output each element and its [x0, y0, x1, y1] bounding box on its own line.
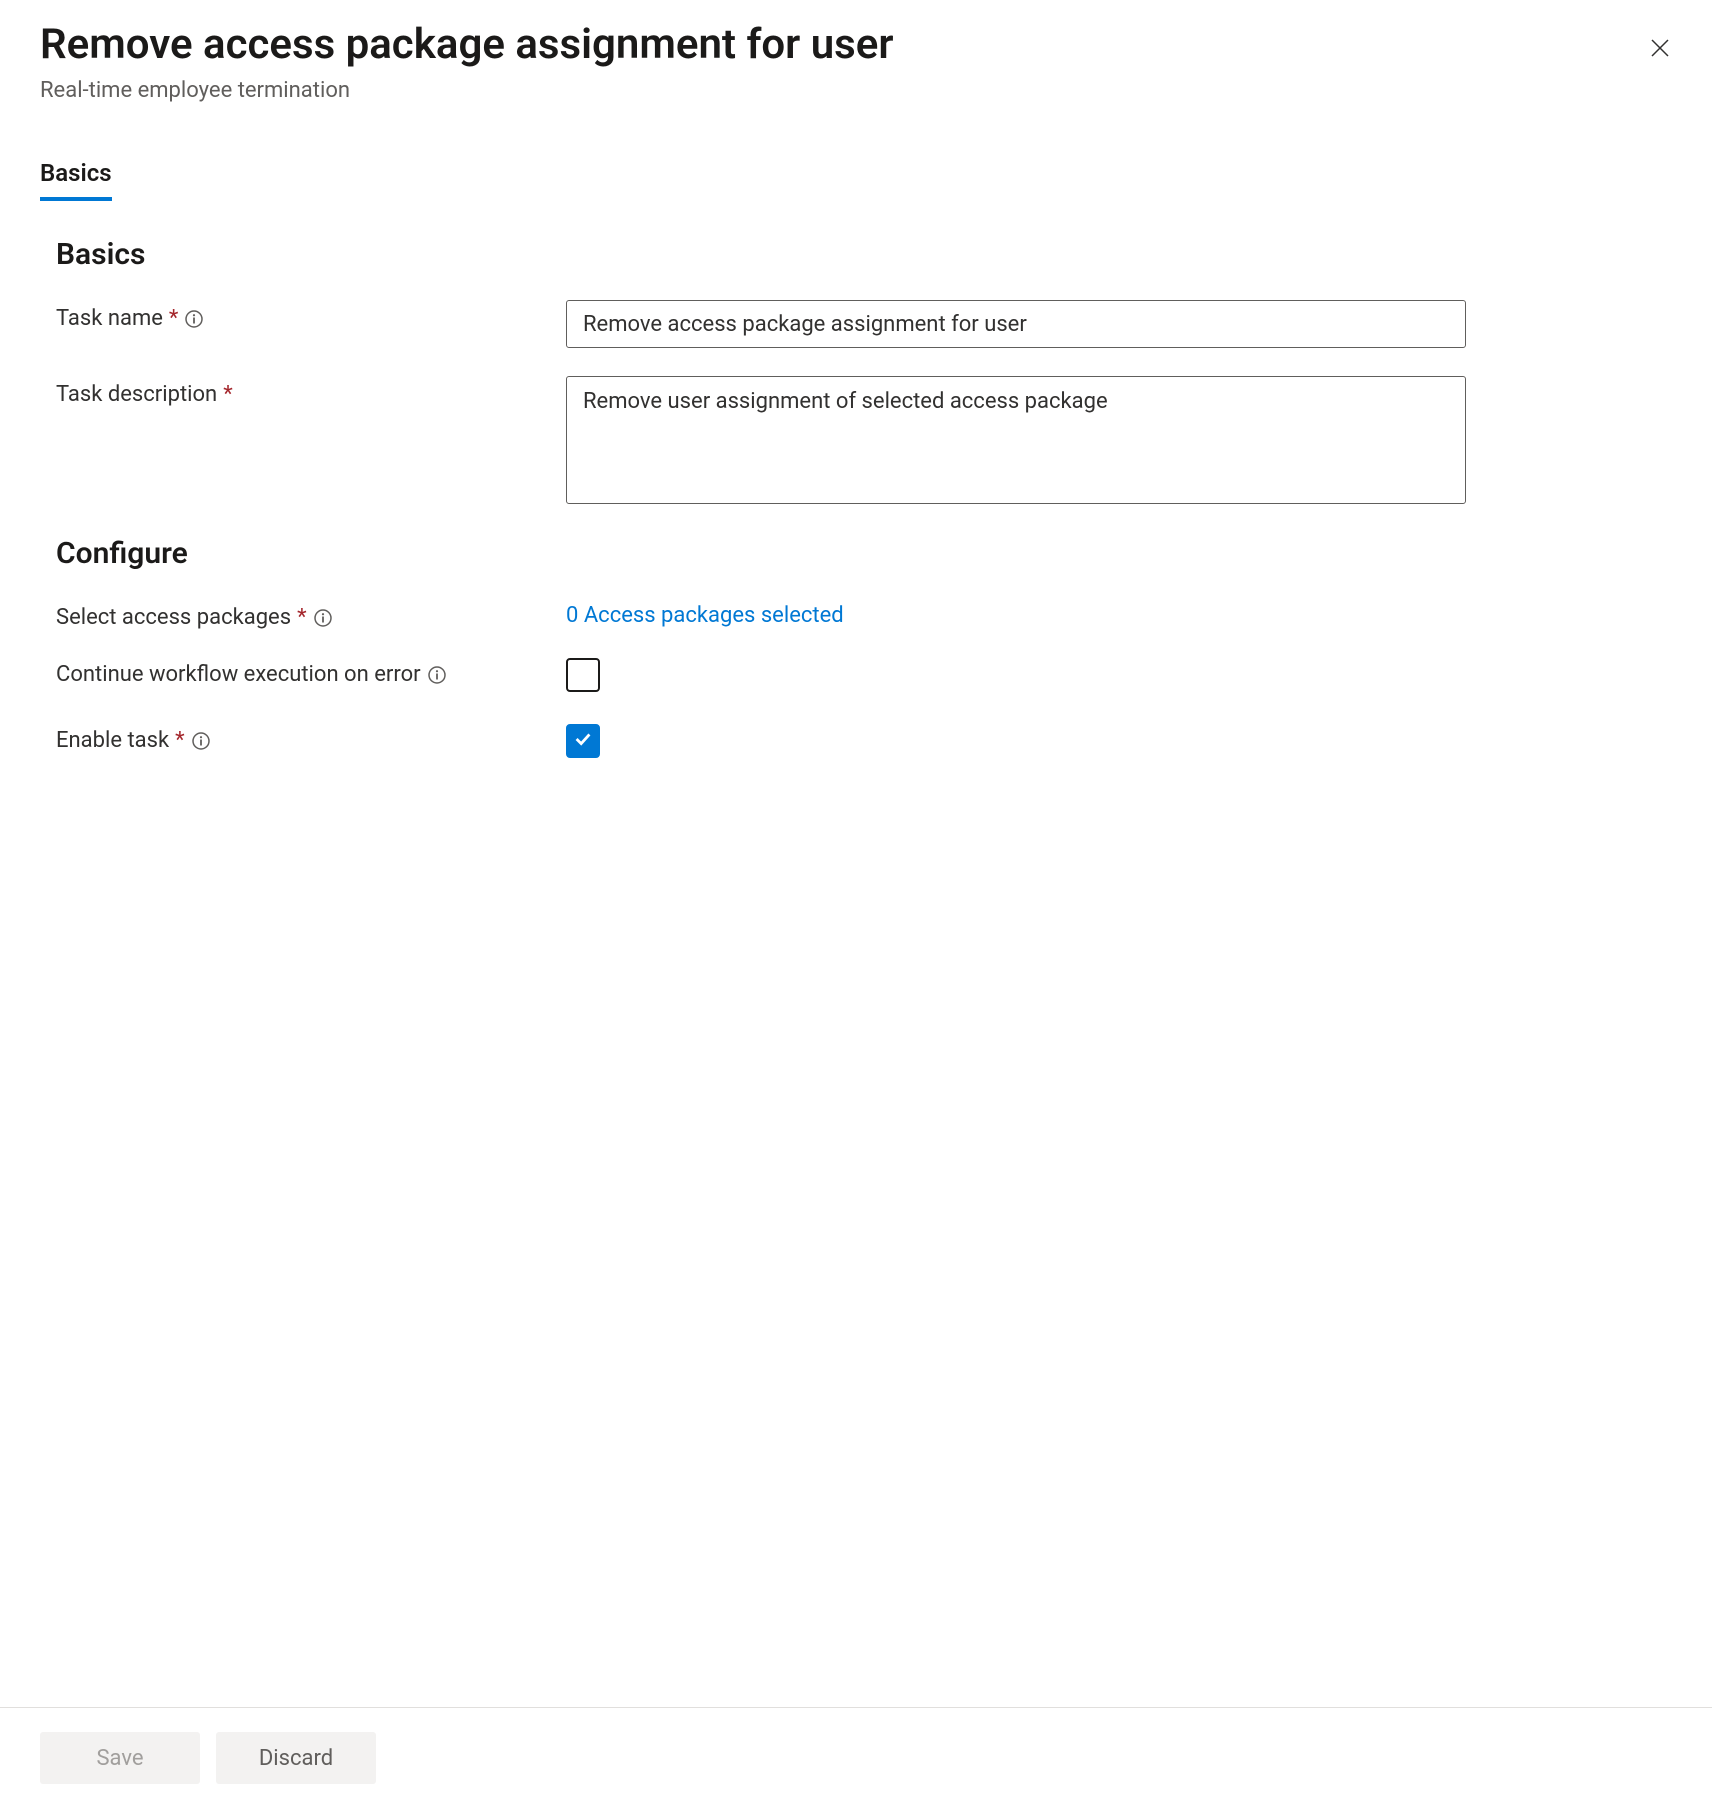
continue-on-error-label: Continue workflow execution on error — [56, 662, 421, 687]
task-description-label: Task description — [56, 382, 217, 407]
panel-header: Remove access package assignment for use… — [40, 20, 1672, 103]
form-content: Basics Task name * Task description * Re… — [40, 201, 1672, 1808]
enable-task-checkbox[interactable] — [566, 724, 600, 758]
section-configure-heading: Configure — [56, 536, 1672, 571]
close-button[interactable] — [1640, 28, 1680, 71]
close-icon — [1648, 48, 1672, 63]
field-select-access-packages: Select access packages * 0 Access packag… — [56, 599, 1672, 630]
continue-on-error-checkbox[interactable] — [566, 658, 600, 692]
tab-basics[interactable]: Basics — [40, 159, 112, 201]
task-description-input[interactable]: Remove user assignment of selected acces… — [566, 376, 1466, 504]
info-icon[interactable] — [313, 608, 333, 628]
field-continue-on-error: Continue workflow execution on error — [56, 658, 1672, 696]
info-icon[interactable] — [184, 309, 204, 329]
checkmark-icon — [572, 728, 594, 754]
access-packages-selected-link[interactable]: 0 Access packages selected — [566, 599, 844, 628]
field-task-name: Task name * — [56, 300, 1672, 348]
tab-bar: Basics — [40, 159, 1672, 201]
required-indicator: * — [297, 605, 306, 630]
save-button[interactable]: Save — [40, 1732, 200, 1784]
required-indicator: * — [223, 382, 232, 407]
page-subtitle: Real-time employee termination — [40, 78, 1640, 103]
page-title: Remove access package assignment for use… — [40, 20, 1640, 70]
footer-actions: Save Discard — [0, 1707, 1712, 1808]
field-enable-task: Enable task * — [56, 724, 1672, 758]
enable-task-label: Enable task — [56, 728, 169, 753]
field-task-description: Task description * Remove user assignmen… — [56, 376, 1672, 508]
required-indicator: * — [175, 728, 184, 753]
info-icon[interactable] — [191, 731, 211, 751]
required-indicator: * — [169, 306, 178, 331]
info-icon[interactable] — [427, 665, 447, 685]
select-access-packages-label: Select access packages — [56, 605, 291, 630]
section-basics-heading: Basics — [56, 237, 1672, 272]
discard-button[interactable]: Discard — [216, 1732, 376, 1784]
task-name-input[interactable] — [566, 300, 1466, 348]
task-name-label: Task name — [56, 306, 163, 331]
